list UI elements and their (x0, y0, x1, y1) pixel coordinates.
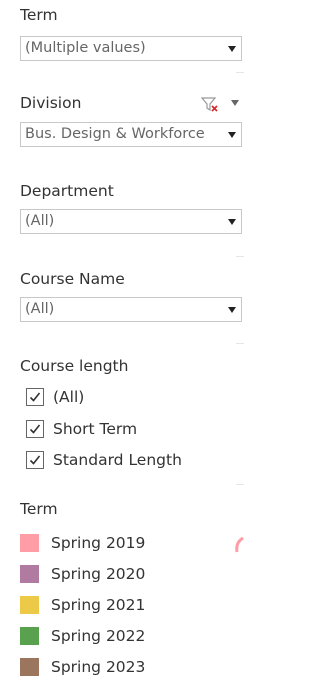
color-swatch (20, 658, 39, 676)
course-length-filter-title: Course length (20, 357, 129, 375)
checkbox-checked-icon[interactable] (26, 420, 44, 438)
partial-chart-arc-icon (235, 536, 244, 553)
clear-filter-icon[interactable] (200, 97, 219, 113)
divider (236, 343, 244, 344)
division-filter-title: Division (20, 94, 82, 112)
chevron-down-icon (228, 132, 236, 138)
legend-item-label: Spring 2020 (51, 565, 146, 583)
term-legend-title: Term (20, 500, 58, 518)
department-dropdown-value: (All) (25, 213, 55, 229)
color-swatch (20, 596, 39, 614)
department-dropdown[interactable]: (All) (20, 209, 242, 234)
term-filter-title: Term (20, 6, 58, 24)
department-filter-title: Department (20, 182, 114, 200)
chevron-down-icon (228, 219, 236, 225)
divider (236, 72, 244, 73)
chevron-down-icon (228, 46, 236, 52)
legend-item-label: Spring 2022 (51, 627, 146, 645)
course-name-dropdown[interactable]: (All) (20, 297, 242, 322)
term-dropdown-value: (Multiple values) (25, 40, 146, 56)
legend-item-label: Spring 2021 (51, 596, 146, 614)
option-label: (All) (53, 388, 85, 406)
filter-panel: Term (Multiple values) Division Bus. Des… (0, 0, 244, 691)
checkbox-checked-icon[interactable] (26, 451, 44, 469)
legend-item-label: Spring 2019 (51, 534, 146, 552)
course-name-dropdown-value: (All) (25, 301, 55, 317)
option-label: Standard Length (53, 451, 182, 469)
division-dropdown[interactable]: Bus. Design & Workforce (20, 122, 242, 147)
color-swatch (20, 565, 39, 583)
divider (236, 484, 244, 485)
division-dropdown-value: Bus. Design & Workforce (25, 126, 205, 142)
course-name-filter-title: Course Name (20, 270, 125, 288)
divider (236, 256, 244, 257)
term-dropdown[interactable]: (Multiple values) (20, 36, 242, 61)
chevron-down-icon (228, 307, 236, 313)
option-label: Short Term (53, 420, 138, 438)
color-swatch (20, 534, 39, 552)
color-swatch (20, 627, 39, 645)
legend-item-label: Spring 2023 (51, 658, 146, 676)
filter-menu-arrow-icon[interactable] (231, 100, 239, 106)
checkbox-checked-icon[interactable] (26, 388, 44, 406)
